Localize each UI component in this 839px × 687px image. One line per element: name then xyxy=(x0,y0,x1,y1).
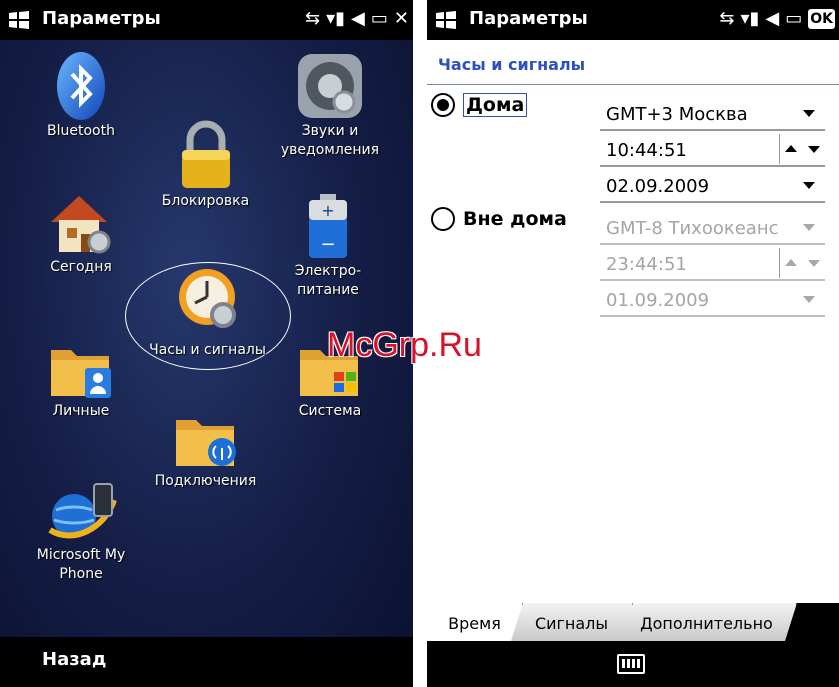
battery-icon[interactable]: ▭ xyxy=(371,6,388,32)
status-bar: Параметры ⇆ ▾▮ ◀ ▭ ✕ xyxy=(0,0,413,40)
time-spinner xyxy=(779,248,825,278)
spin-down-icon xyxy=(803,248,826,278)
tile-label: Часы и сигналы xyxy=(149,342,266,358)
keyboard-icon[interactable] xyxy=(617,654,645,674)
battery-large-icon: + − xyxy=(309,194,347,258)
tile-label: Bluetooth xyxy=(47,123,115,139)
home-timezone-value: GMT+3 Москва xyxy=(606,104,748,125)
svg-text:+: + xyxy=(321,201,334,220)
chevron-down-icon xyxy=(803,224,815,231)
tile-label: Microsoft My Phone xyxy=(36,547,126,582)
tab-label: Время xyxy=(448,614,501,633)
volume-icon[interactable]: ◀ xyxy=(351,6,365,32)
tab-label: Дополнительно xyxy=(640,614,773,633)
padlock-icon xyxy=(181,120,230,188)
time-spinner[interactable] xyxy=(779,134,825,164)
tile-my-phone[interactable]: Microsoft My Phone xyxy=(30,480,132,584)
connectivity-icon[interactable]: ⇆ xyxy=(719,6,734,32)
clock-alarms-screen: Параметры ⇆ ▾▮ ◀ ▭ OK Часы и сигналы Дом… xyxy=(427,0,839,687)
spin-down-icon[interactable] xyxy=(803,134,826,164)
bluetooth-icon xyxy=(57,52,105,120)
softkey-bar: Назад xyxy=(0,637,413,687)
tile-power[interactable]: + − Электро- питание xyxy=(282,192,374,300)
tile-label: Подключения xyxy=(154,473,257,489)
chevron-down-icon[interactable] xyxy=(803,110,815,117)
tab-alarms[interactable]: Сигналы xyxy=(511,603,633,641)
tile-label: Сегодня xyxy=(50,259,112,275)
tab-time[interactable]: Время xyxy=(427,603,523,641)
globe-phone-icon xyxy=(48,483,117,539)
clock-icon xyxy=(178,269,236,328)
tile-lock[interactable]: Блокировка xyxy=(158,120,253,211)
away-option[interactable]: Вне дома xyxy=(431,207,567,231)
tab-label: Сигналы xyxy=(534,614,609,633)
home-date-value: 02.09.2009 xyxy=(606,176,710,197)
folder-user-icon xyxy=(51,350,111,398)
spin-up-icon xyxy=(780,248,803,278)
away-label[interactable]: Вне дома xyxy=(463,208,567,230)
home-option[interactable]: Дома xyxy=(431,93,528,117)
spin-up-icon[interactable] xyxy=(780,134,803,164)
page-title: Часы и сигналы xyxy=(438,55,586,74)
tile-bluetooth[interactable]: Bluetooth xyxy=(40,50,122,141)
away-date-select: 01.09.2009 xyxy=(600,282,825,317)
home-time-field[interactable]: 10:44:51 xyxy=(600,132,825,167)
status-bar: Параметры ⇆ ▾▮ ◀ ▭ OK xyxy=(427,0,839,40)
tile-sounds[interactable]: Звуки и уведомления xyxy=(275,50,385,160)
tab-advanced[interactable]: Дополнительно xyxy=(617,603,797,641)
away-date-value: 01.09.2009 xyxy=(606,290,710,311)
softkey-bar xyxy=(427,643,839,687)
tile-label: Электро- питание xyxy=(294,263,362,298)
page-header: Часы и сигналы xyxy=(427,40,839,85)
home-timezone-select[interactable]: GMT+3 Москва xyxy=(600,96,825,131)
windows-start-icon[interactable] xyxy=(8,10,30,30)
tile-personal[interactable]: Личные xyxy=(40,340,122,421)
signal-icon[interactable]: ▾▮ xyxy=(326,6,345,32)
tile-label: Система xyxy=(298,403,362,419)
away-timezone-value: GMT-8 Тихоокеанс xyxy=(606,218,779,239)
signal-icon[interactable]: ▾▮ xyxy=(740,6,759,32)
chevron-down-icon xyxy=(803,296,815,303)
status-title: Параметры xyxy=(469,8,588,29)
away-radio[interactable] xyxy=(431,207,455,231)
windows-start-icon[interactable] xyxy=(435,10,457,30)
tile-label: Личные xyxy=(52,403,110,419)
tile-label: Блокировка xyxy=(161,193,250,209)
battery-icon[interactable]: ▭ xyxy=(785,6,802,32)
home-label[interactable]: Дома xyxy=(463,93,528,117)
away-time-field: 23:44:51 xyxy=(600,246,825,281)
away-time-value: 23:44:51 xyxy=(606,254,687,275)
house-icon xyxy=(51,196,111,254)
status-title: Параметры xyxy=(42,8,161,29)
speaker-icon xyxy=(298,54,362,118)
connectivity-icon[interactable]: ⇆ xyxy=(305,6,320,32)
ok-button[interactable]: OK xyxy=(808,9,835,29)
close-icon[interactable]: ✕ xyxy=(394,6,409,32)
home-time-value: 10:44:51 xyxy=(606,140,687,161)
volume-icon[interactable]: ◀ xyxy=(765,6,779,32)
away-timezone-select: GMT-8 Тихоокеанс xyxy=(600,210,825,245)
chevron-down-icon[interactable] xyxy=(803,182,815,189)
tab-bar: Дополнительно Сигналы Время xyxy=(427,603,839,643)
tile-connections[interactable]: Подключения xyxy=(148,410,263,491)
home-date-select[interactable]: 02.09.2009 xyxy=(600,168,825,203)
home-radio[interactable] xyxy=(431,93,455,117)
folder-antenna-icon xyxy=(175,420,236,466)
svg-text:−: − xyxy=(320,234,335,255)
tile-label: Звуки и уведомления xyxy=(280,123,380,158)
tile-today[interactable]: Сегодня xyxy=(40,190,122,277)
back-button[interactable]: Назад xyxy=(42,649,106,670)
watermark: McGrp.Ru xyxy=(327,326,482,364)
tile-clock-alarms[interactable]: Часы и сигналы xyxy=(140,265,275,360)
